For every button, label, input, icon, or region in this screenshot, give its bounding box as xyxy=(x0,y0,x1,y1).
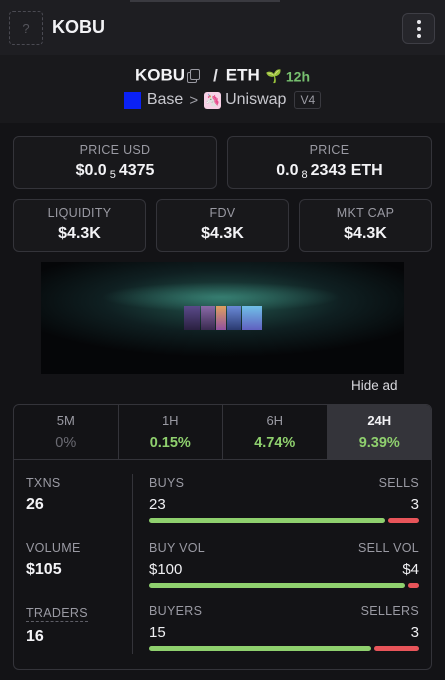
sells-label: SELLS xyxy=(378,476,419,490)
volume-breakdown: BUY VOL SELL VOL $100 $4 xyxy=(149,541,419,588)
trade-stats-panel: TXNS 26 BUYS SELLS 23 3 VOLUME $105 BUY VO… xyxy=(13,460,432,670)
buyers-bar xyxy=(149,646,371,651)
chevron-right-icon: > xyxy=(189,91,199,109)
sell-vol-label: SELL VOL xyxy=(358,541,419,555)
fdv-card: FDV $4.3K xyxy=(156,199,289,252)
traders-ratio-bar xyxy=(149,646,419,651)
dex-version-badge: V4 xyxy=(294,91,322,109)
volume-value: $105 xyxy=(26,561,62,578)
top-header: ? KOBU xyxy=(0,0,445,55)
traders-stat: TRADERS 16 xyxy=(26,604,88,646)
buys-value: 23 xyxy=(149,496,166,513)
volume-label: VOLUME xyxy=(26,541,81,555)
txns-label: TXNS xyxy=(26,476,61,490)
buyers-value: 15 xyxy=(149,624,166,641)
sells-value: 3 xyxy=(410,496,419,513)
buy-vol-value: $100 xyxy=(149,561,183,578)
dex-name[interactable]: Uniswap xyxy=(225,91,286,108)
traders-value: 16 xyxy=(26,628,44,645)
tab-1h[interactable]: 1H 0.15% xyxy=(119,405,223,459)
tab-24h-label: 24H xyxy=(367,413,392,428)
stats-divider xyxy=(132,474,133,654)
more-menu-button[interactable] xyxy=(402,13,435,44)
txns-stat: TXNS 26 xyxy=(26,476,61,514)
price-native-label: PRICE xyxy=(309,143,350,157)
dot-icon xyxy=(416,19,421,24)
sellers-bar xyxy=(373,646,419,651)
ad-graphic xyxy=(184,306,262,330)
volume-ratio-bar xyxy=(149,583,419,588)
timeframe-tabs: 5M 0% 1H 0.15% 6H 4.74% 24H 9.39% xyxy=(13,404,432,460)
chain-name[interactable]: Base xyxy=(147,91,183,108)
txns-ratio-bar xyxy=(149,518,419,523)
sellers-label: SELLERS xyxy=(360,604,419,618)
liquidity-card: LIQUIDITY $4.3K xyxy=(13,199,146,252)
tab-24h-change: 9.39% xyxy=(358,435,400,451)
tab-6h-change: 4.74% xyxy=(254,435,296,451)
tab-5m-change: 0% xyxy=(55,435,77,451)
fdv-label: FDV xyxy=(209,206,236,220)
buys-label: BUYS xyxy=(149,476,185,490)
volume-stat: VOLUME $105 xyxy=(26,541,81,579)
price-usd-prefix: $0.0 xyxy=(75,162,107,179)
mkt-cap-value: $4.3K xyxy=(344,225,387,242)
traders-breakdown: BUYERS SELLERS 15 3 xyxy=(149,604,419,651)
tab-1h-change: 0.15% xyxy=(149,435,191,451)
mkt-cap-card: MKT CAP $4.3K xyxy=(299,199,432,252)
pair-info: KOBU / ETH 🌱 12h Base > 🦄 Uniswap V4 xyxy=(0,55,445,123)
price-native-prefix: 0.0 xyxy=(276,162,299,179)
sprout-icon: 🌱 xyxy=(265,68,282,84)
traders-label[interactable]: TRADERS xyxy=(26,606,88,622)
copy-icon[interactable] xyxy=(187,69,201,84)
scroll-indicator xyxy=(130,0,280,2)
pair-age-value: 12h xyxy=(285,68,310,85)
uniswap-icon: 🦄 xyxy=(204,91,222,109)
sell-vol-value: $4 xyxy=(402,561,419,578)
price-native-digits: 2343 ETH xyxy=(310,162,383,179)
price-native-zeros: 8 xyxy=(301,169,308,181)
pair-age: 🌱 12h xyxy=(265,67,310,85)
dot-icon xyxy=(416,26,421,31)
sell-vol-bar xyxy=(408,583,419,588)
tab-1h-label: 1H xyxy=(161,413,179,428)
ad-banner[interactable] xyxy=(41,262,404,374)
base-symbol: KOBU xyxy=(135,65,186,85)
fdv-value: $4.3K xyxy=(201,225,244,242)
txns-value: 26 xyxy=(26,496,44,513)
tab-24h[interactable]: 24H 9.39% xyxy=(327,405,431,459)
liquidity-value: $4.3K xyxy=(58,225,101,242)
price-native-value: 0.0 8 2343 ETH xyxy=(228,162,431,181)
buyers-label: BUYERS xyxy=(149,604,203,618)
hide-ad-button[interactable]: Hide ad xyxy=(351,378,398,393)
price-usd-value: $0.0 5 4375 xyxy=(14,162,216,181)
buy-vol-label: BUY VOL xyxy=(149,541,206,555)
token-logo-placeholder: ? xyxy=(9,11,43,45)
tab-5m[interactable]: 5M 0% xyxy=(14,405,119,459)
buys-bar xyxy=(149,518,385,523)
base-chain-icon xyxy=(123,91,141,109)
price-usd-card: PRICE USD $0.0 5 4375 xyxy=(13,136,217,189)
price-usd-zeros: 5 xyxy=(109,169,116,181)
txns-breakdown: BUYS SELLS 23 3 xyxy=(149,476,419,523)
tab-6h[interactable]: 6H 4.74% xyxy=(223,405,328,459)
quote-symbol: ETH xyxy=(225,65,260,85)
token-title: KOBU xyxy=(52,17,105,37)
tab-5m-label: 5M xyxy=(56,413,75,428)
sellers-value: 3 xyxy=(410,624,419,641)
pair-line: KOBU / ETH 🌱 12h xyxy=(0,65,445,86)
pair-separator: / xyxy=(213,65,218,85)
price-native-card: PRICE 0.0 8 2343 ETH xyxy=(227,136,432,189)
sells-bar xyxy=(387,518,419,523)
chain-line: Base > 🦄 Uniswap V4 xyxy=(0,91,445,109)
tab-6h-label: 6H xyxy=(266,413,284,428)
mkt-cap-label: MKT CAP xyxy=(336,206,395,220)
dot-icon xyxy=(416,33,421,38)
price-usd-label: PRICE USD xyxy=(79,143,151,157)
price-usd-digits: 4375 xyxy=(118,162,155,179)
liquidity-label: LIQUIDITY xyxy=(47,206,112,220)
buy-vol-bar xyxy=(149,583,406,588)
